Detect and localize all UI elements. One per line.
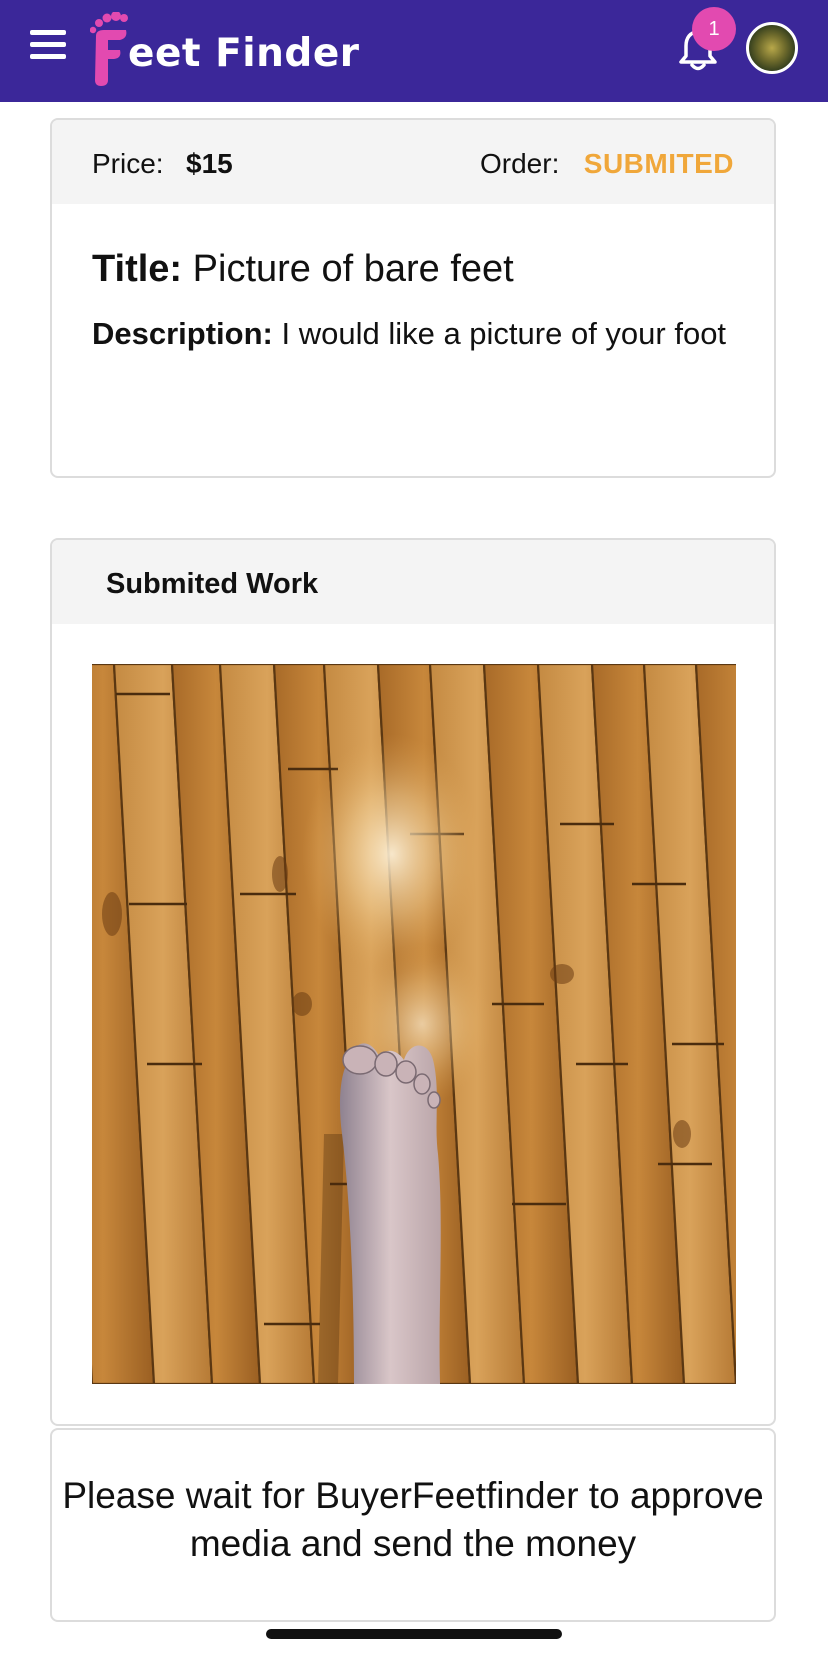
price-value: $15 (186, 148, 233, 179)
top-app-bar: eet Finder 1 (0, 0, 828, 102)
user-avatar[interactable] (746, 22, 798, 74)
submitted-work-heading: Submited Work (106, 568, 319, 600)
foot-f-logo-icon (89, 11, 134, 88)
order-status-badge: SUBMITED (583, 148, 734, 179)
submitted-foot-photo[interactable] (52, 662, 774, 1386)
description-label: Description: (92, 316, 273, 351)
submitted-work-card: Submited Work (50, 538, 776, 1426)
price-label: Price: (92, 148, 164, 179)
hamburger-menu-icon[interactable] (30, 28, 68, 62)
order-details-card: Price: $15 Order: SUBMITED Title: Pictur… (50, 118, 776, 478)
title-label: Title: (92, 248, 183, 290)
home-indicator[interactable] (266, 1629, 562, 1639)
order-description: Description: I would like a picture of y… (92, 310, 732, 358)
title-value: Picture of bare feet (192, 248, 514, 290)
submitted-work-header: Submited Work (52, 540, 774, 624)
order-label: Order: (480, 148, 560, 179)
approval-message-card: Please wait for BuyerFeetfinder to appro… (50, 1428, 776, 1622)
notification-count-badge[interactable]: 1 (692, 7, 736, 51)
order-title: Title: Picture of bare feet (92, 248, 514, 291)
approval-wait-message: Please wait for BuyerFeetfinder to appro… (62, 1475, 764, 1564)
app-name: eet Finder (128, 31, 360, 76)
feet-finder-logo[interactable]: eet Finder (89, 8, 360, 88)
description-value: I would like a picture of your foot (281, 316, 727, 351)
order-summary-header: Price: $15 Order: SUBMITED (52, 120, 774, 204)
